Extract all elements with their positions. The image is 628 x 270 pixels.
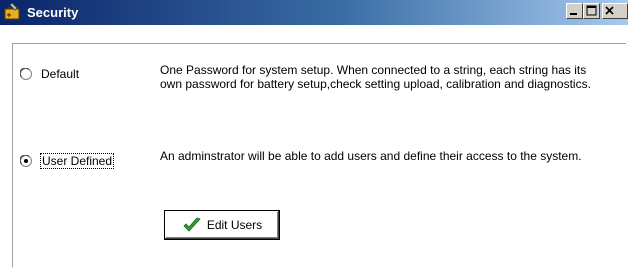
- dialog-body: Default One Password for system setup. W…: [0, 25, 628, 270]
- minimize-button[interactable]: [566, 3, 583, 19]
- close-icon: [605, 6, 614, 15]
- minimize-icon: [570, 13, 577, 15]
- window-title: Security: [27, 5, 79, 20]
- edit-users-button[interactable]: Edit Users: [164, 210, 280, 240]
- default-radio[interactable]: [20, 68, 32, 80]
- security-window: Security Default One Password for system…: [0, 0, 628, 270]
- default-label: Default: [41, 67, 80, 81]
- default-option[interactable]: Default: [20, 67, 79, 81]
- user-defined-description: An adminstrator will be able to add user…: [160, 149, 582, 163]
- title-bar[interactable]: Security: [0, 0, 628, 25]
- battery-wrench-icon: [3, 2, 23, 22]
- default-description: One Password for system setup. When conn…: [160, 63, 591, 91]
- close-button[interactable]: [602, 3, 628, 19]
- user-defined-option[interactable]: User Defined: [20, 153, 115, 169]
- maximize-icon: [586, 5, 597, 16]
- checkmark-icon: [183, 217, 201, 232]
- user-defined-label: User Defined: [39, 153, 115, 169]
- edit-users-label: Edit Users: [206, 218, 263, 232]
- maximize-button[interactable]: [583, 3, 600, 19]
- user-defined-radio[interactable]: [20, 155, 32, 167]
